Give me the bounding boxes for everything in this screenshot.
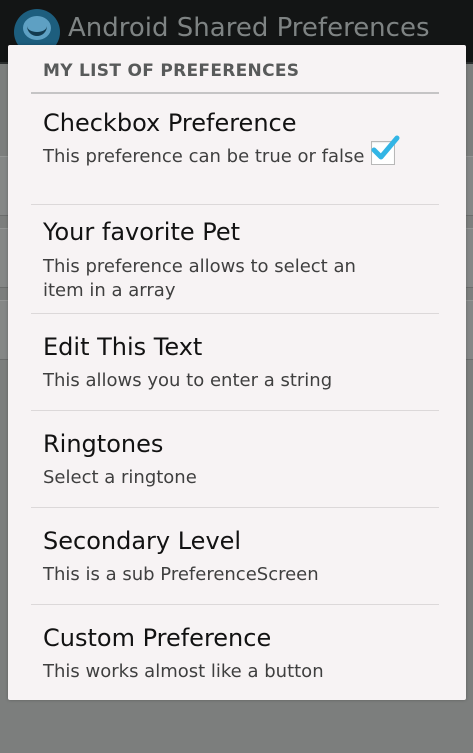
checkmark-icon (371, 135, 400, 160)
pref-title: Edit This Text (43, 333, 203, 361)
pref-title: Ringtones (43, 430, 164, 458)
pref-item-custom[interactable]: Custom Preference This works almost like… (31, 605, 439, 700)
pref-item-checkbox[interactable]: Checkbox Preference This preference can … (31, 95, 439, 205)
pref-title: Checkbox Preference (43, 109, 297, 137)
pref-title: Secondary Level (43, 527, 242, 555)
dialog-header: MY LIST OF PREFERENCES (43, 61, 300, 81)
pref-summary: Select a ringtone (43, 467, 197, 488)
pref-item-ringtones[interactable]: Ringtones Select a ringtone (31, 411, 439, 508)
header-divider (31, 92, 439, 94)
pref-title: Custom Preference (43, 624, 272, 652)
pref-item-edit-text[interactable]: Edit This Text This allows you to enter … (31, 314, 439, 411)
pref-item-favorite-pet[interactable]: Your favorite Pet This preference allows… (31, 205, 439, 314)
pref-summary: This preference can be true or false (43, 146, 365, 167)
pref-summary: This is a sub PreferenceScreen (43, 564, 319, 585)
pref-summary: This allows you to enter a string (43, 370, 333, 391)
pref-summary: This works almost like a button (43, 661, 324, 682)
app-title: Android Shared Preferences (68, 13, 430, 43)
pref-summary: This preference allows to select an item… (43, 256, 356, 301)
preferences-dialog: MY LIST OF PREFERENCES Checkbox Preferen… (8, 45, 466, 700)
pref-title: Your favorite Pet (43, 218, 241, 246)
pref-item-secondary-level[interactable]: Secondary Level This is a sub Preference… (31, 508, 439, 605)
preference-checkbox[interactable] (371, 135, 400, 165)
